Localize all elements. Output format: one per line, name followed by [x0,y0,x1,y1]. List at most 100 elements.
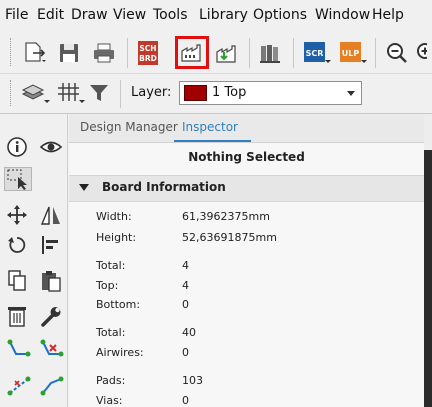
cam-processor-button[interactable] [214,40,240,66]
menu-tools[interactable]: Tools [153,7,188,23]
collapse-arrow-icon [79,184,89,191]
selection-status: Nothing Selected [188,150,305,164]
eye-icon [39,141,63,153]
save-icon [60,44,78,62]
select-button[interactable] [4,167,32,191]
sch-brd-icon: SCH BRD [138,41,158,65]
menu-draw[interactable]: Draw [71,7,108,23]
autorouter-button[interactable] [6,373,32,399]
signals-total-value: 40 [182,326,196,339]
toolbar-grip[interactable] [10,80,13,106]
wrench-icon [41,307,61,327]
grid-icon [58,83,85,103]
menu-help[interactable]: Help [372,7,404,23]
board-canvas-edge[interactable] [424,114,432,407]
save-button[interactable] [57,41,81,65]
height-value: 52,63691875mm [182,231,277,244]
grid-button[interactable] [55,80,85,106]
align-left-icon [42,236,58,254]
zoom-out-icon [387,43,407,63]
airwires-label: Airwires: [96,346,144,359]
width-label: Width: [96,210,132,223]
route-button[interactable] [6,338,32,364]
elements-total-value: 4 [182,259,189,272]
library-button[interactable] [258,40,284,66]
filter-button[interactable] [88,81,110,105]
menu-options[interactable]: Options [253,7,307,23]
optimize-route-icon [40,376,64,396]
factory-icon [181,44,201,62]
menu-bar: File Edit Draw View Tools Library Option… [0,0,432,32]
menu-library[interactable]: Library [199,7,248,23]
signals-total-label: Total: [96,326,126,339]
print-button[interactable] [91,41,117,65]
toolbar-grip[interactable] [10,38,13,66]
command-toolbar [0,114,68,407]
elements-total-label: Total: [96,259,126,272]
info-button[interactable] [6,136,28,158]
menu-window[interactable]: Window [315,7,370,23]
route-icon [7,339,31,357]
ulp-button[interactable]: ULP [339,40,367,66]
toolbar-separator [120,80,121,108]
tab-inspector[interactable]: Inspector [182,120,238,134]
brd-label: BRD [139,54,157,63]
pads-value: 103 [182,374,203,387]
height-label: Height: [96,231,137,244]
sch-label: SCH [139,44,156,53]
layer-settings-button[interactable] [20,80,50,106]
toolbar-separator [375,38,376,68]
ripup-icon [40,339,64,357]
layer-color-swatch [184,85,207,101]
optimize-route-button[interactable] [39,373,65,399]
paste-button[interactable] [39,269,63,293]
rotate-button[interactable] [6,234,28,256]
layer-select[interactable]: 1 Top [179,81,362,105]
panel-tabbar: Design Manager Inspector [69,114,424,143]
info-icon [7,137,27,157]
zoom-out-button[interactable] [385,41,409,65]
selection-arrow-icon [7,169,27,190]
vias-value: 0 [182,394,189,407]
layer-label: Layer: [131,85,172,100]
ulp-icon: ULP [340,42,367,63]
toolbar-separator [293,38,294,68]
manufacturing-button[interactable] [175,36,209,69]
trash-icon [8,307,26,327]
ripup-button[interactable] [39,338,65,364]
move-button[interactable] [6,204,28,226]
ulp-label: ULP [342,49,360,58]
script-button[interactable]: SCR [303,40,331,66]
sch-brd-switch-button[interactable]: SCH BRD [137,40,159,66]
toolbar-separator [249,38,250,68]
top-value: 4 [182,279,189,292]
bottom-value: 0 [182,298,189,311]
menu-view[interactable]: View [113,7,146,23]
section-title: Board Information [102,180,226,194]
mirror-button[interactable] [39,204,63,226]
copy-button[interactable] [6,269,28,293]
zoom-in-button[interactable] [415,41,427,65]
zoom-in-icon [417,43,427,59]
bottom-label: Bottom: [96,298,141,311]
menu-edit[interactable]: Edit [37,7,64,23]
menu-file[interactable]: File [5,7,28,23]
open-button[interactable] [22,40,48,66]
board-information-section-header[interactable]: Board Information [69,175,424,202]
change-button[interactable] [39,304,63,328]
top-label: Top: [96,279,119,292]
open-file-icon [25,42,46,62]
rotate-icon [8,237,26,253]
scr-label: SCR [306,49,324,58]
vias-label: Vias: [96,394,123,407]
mirror-icon [40,206,60,225]
layer-toolbar: Layer: 1 Top [0,74,432,114]
width-value: 61,3962375mm [182,210,270,223]
delete-button[interactable] [6,304,28,328]
main-toolbar: SCH BRD SCR ULP [0,32,432,74]
align-button[interactable] [39,234,63,256]
active-tab-indicator [174,140,251,142]
autoroute-icon [7,376,31,396]
show-button[interactable] [39,136,63,158]
tab-design-manager[interactable]: Design Manager [80,120,178,134]
